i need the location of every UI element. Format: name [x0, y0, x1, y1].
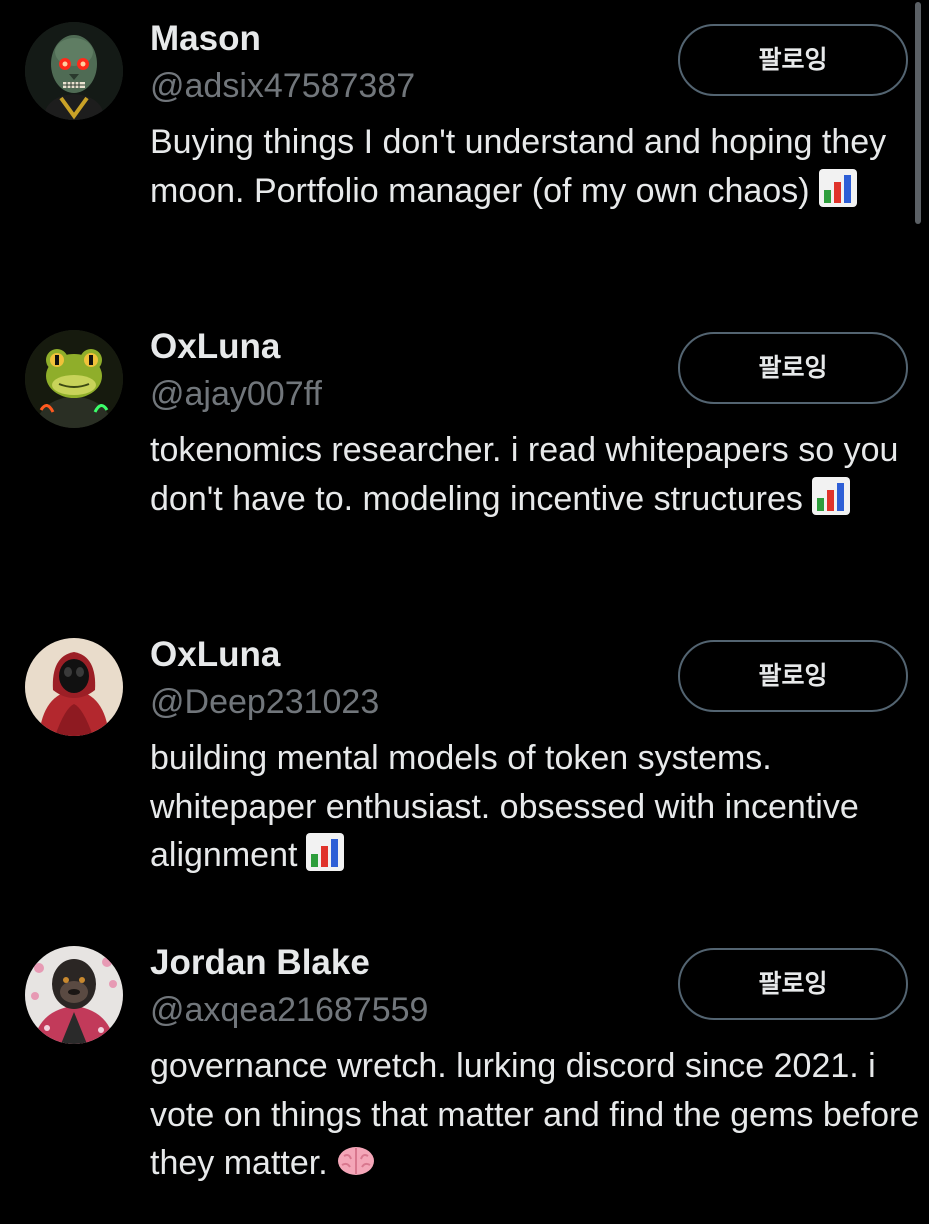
user-cell[interactable]: Jordan Blake @axqea21687559 팔로잉 governan… — [0, 924, 929, 1224]
user-bio: governance wretch. lurking discord since… — [150, 1042, 920, 1188]
display-name[interactable]: Jordan Blake — [150, 941, 370, 985]
user-handle[interactable]: @adsix47587387 — [150, 64, 415, 108]
bio-text: governance wretch. lurking discord since… — [150, 1047, 920, 1182]
user-cell[interactable]: Mason @adsix47587387 팔로잉 Buying things I… — [0, 0, 929, 300]
bio-text: building mental models of token systems.… — [150, 739, 859, 874]
bar-chart-emoji — [305, 832, 345, 872]
bar-chart-emoji — [818, 168, 858, 208]
user-handle[interactable]: @axqea21687559 — [150, 988, 428, 1032]
following-button[interactable]: 팔로잉 — [678, 24, 908, 96]
user-handle[interactable]: @Deep231023 — [150, 680, 379, 724]
user-cell[interactable]: OxLuna @Deep231023 팔로잉 building mental m… — [0, 616, 929, 916]
scrollbar[interactable] — [915, 2, 921, 224]
following-button[interactable]: 팔로잉 — [678, 640, 908, 712]
display-name[interactable]: OxLuna — [150, 633, 280, 677]
frog-avatar[interactable] — [25, 330, 123, 428]
bio-text: tokenomics researcher. i read whitepaper… — [150, 431, 899, 518]
hooded-figure-avatar[interactable] — [25, 638, 123, 736]
display-name[interactable]: Mason — [150, 17, 261, 61]
user-bio: tokenomics researcher. i read whitepaper… — [150, 426, 920, 523]
user-cell[interactable]: OxLuna @ajay007ff 팔로잉 tokenomics researc… — [0, 308, 929, 608]
user-handle[interactable]: @ajay007ff — [150, 372, 322, 416]
gorilla-avatar[interactable] — [25, 946, 123, 1044]
bio-text: Buying things I don't understand and hop… — [150, 123, 887, 210]
user-bio: Buying things I don't understand and hop… — [150, 118, 920, 215]
following-button[interactable]: 팔로잉 — [678, 332, 908, 404]
following-button[interactable]: 팔로잉 — [678, 948, 908, 1020]
user-bio: building mental models of token systems.… — [150, 734, 920, 880]
display-name[interactable]: OxLuna — [150, 325, 280, 369]
zombie-skull-avatar[interactable] — [25, 22, 123, 120]
following-list: Mason @adsix47587387 팔로잉 Buying things I… — [0, 0, 929, 1200]
brain-emoji — [336, 1140, 376, 1180]
bar-chart-emoji — [811, 476, 851, 516]
